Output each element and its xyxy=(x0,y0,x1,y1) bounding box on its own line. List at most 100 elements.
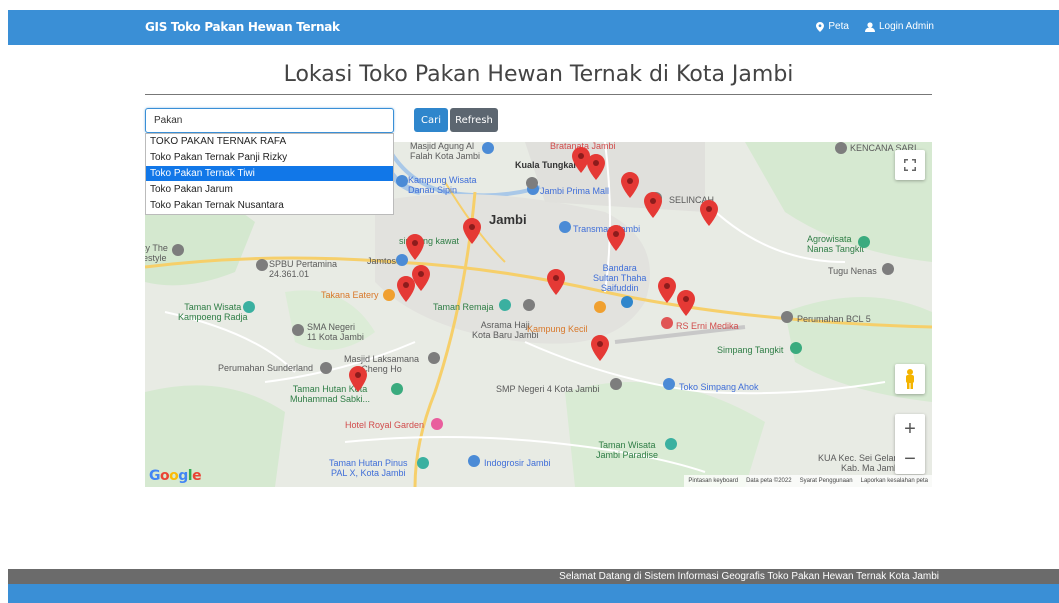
store-marker-icon[interactable] xyxy=(607,225,625,251)
map-label-indogrosir: Indogrosir Jambi xyxy=(484,458,551,468)
restaurant-poi-icon[interactable] xyxy=(594,301,606,313)
store-marker-icon[interactable] xyxy=(700,200,718,226)
map-label-kampung-kecil: Kampung Kecil xyxy=(527,324,588,334)
pegman-icon xyxy=(906,369,914,389)
map-label-the-lestyle: ty The estyle xyxy=(145,243,168,263)
page: GIS Toko Pakan Hewan Ternak Peta Login A… xyxy=(0,0,1059,603)
shopping-poi-icon[interactable] xyxy=(559,221,571,233)
autocomplete-item[interactable]: Toko Pakan Ternak Panji Rizky xyxy=(146,150,393,166)
map-label-takana-eatery: Takana Eatery xyxy=(321,290,379,300)
store-marker-icon[interactable] xyxy=(397,276,415,302)
map-label-bandara: Bandara Sultan Thaha Saifuddin xyxy=(593,263,647,293)
store-marker-icon[interactable] xyxy=(677,290,695,316)
mosque-poi-icon[interactable] xyxy=(428,352,440,364)
place-poi-icon[interactable] xyxy=(781,311,793,323)
autocomplete-item[interactable]: Toko Pakan Jarum xyxy=(146,182,393,198)
map-label-tugu-nenas: Tugu Nenas xyxy=(828,266,877,276)
place-poi-icon[interactable] xyxy=(835,142,847,154)
park-poi-icon[interactable] xyxy=(417,457,429,469)
keyboard-shortcuts-link[interactable]: Pintasan keyboard xyxy=(688,478,738,484)
map-label-simpang-tangkit: Simpang Tangkit xyxy=(717,345,784,355)
park-poi-icon[interactable] xyxy=(396,175,408,187)
store-marker-icon[interactable] xyxy=(644,192,662,218)
map-label-taman-wisata-jambi: Taman Wisata Jambi Paradise xyxy=(596,440,659,460)
map-data-text: Data peta ©2022 xyxy=(746,478,792,484)
map-label-taman-wisata-kampoeng: Taman Wisata Kampoeng Radja xyxy=(178,302,248,322)
map-label-sma-negeri: SMA Negeri 11 Kota Jambi xyxy=(307,322,364,342)
nav-link-login-admin[interactable]: Login Admin xyxy=(864,21,934,32)
restaurant-poi-icon[interactable] xyxy=(383,289,395,301)
autocomplete-list: TOKO PAKAN TERNAK RAFA Toko Pakan Ternak… xyxy=(145,133,394,215)
airport-poi-icon[interactable] xyxy=(621,296,633,308)
cari-button[interactable]: Cari xyxy=(414,108,448,132)
google-logo: Google xyxy=(149,468,202,484)
autocomplete-item-active[interactable]: Toko Pakan Ternak Tiwi xyxy=(146,166,393,182)
park-poi-icon[interactable] xyxy=(665,438,677,450)
hospital-poi-icon[interactable] xyxy=(661,317,673,329)
nav-link-peta-label: Peta xyxy=(828,21,849,32)
park-poi-icon[interactable] xyxy=(499,299,511,311)
map-label-taman-hutan-pinus: Taman Hutan Pinus PAL X, Kota Jambi xyxy=(329,458,408,478)
map-label-jambi: Jambi xyxy=(489,212,527,227)
map-label-jambi-prima-mall: Jambi Prima Mall xyxy=(540,186,610,196)
title-divider xyxy=(145,94,932,95)
footer-bar: Selamat Datang di Sistem Informasi Geogr… xyxy=(8,569,1059,584)
map-label-kampung-wisata: Kampung Wisata Danau Sipin xyxy=(408,175,477,195)
shopping-poi-icon[interactable] xyxy=(468,455,480,467)
hotel-poi-icon[interactable] xyxy=(431,418,443,430)
shopping-poi-icon[interactable] xyxy=(663,378,675,390)
place-poi-icon[interactable] xyxy=(523,299,535,311)
search-input[interactable] xyxy=(145,108,394,133)
autocomplete-item[interactable]: TOKO PAKAN TERNAK RAFA xyxy=(146,134,393,150)
zoom-in-button[interactable]: + xyxy=(895,414,925,444)
autocomplete-item[interactable]: Toko Pakan Ternak Nusantara xyxy=(146,198,393,214)
store-marker-icon[interactable] xyxy=(591,335,609,361)
nav-link-peta[interactable]: Peta xyxy=(816,21,849,32)
park-poi-icon[interactable] xyxy=(858,236,870,248)
map-label-kua: KUA Kec. Sei Gelam Kab. Ma Jambi xyxy=(818,453,902,473)
nav-right: Peta Login Admin xyxy=(816,21,934,32)
place-poi-icon[interactable] xyxy=(172,244,184,256)
store-marker-icon[interactable] xyxy=(658,277,676,303)
store-marker-icon[interactable] xyxy=(463,218,481,244)
store-marker-icon[interactable] xyxy=(587,154,605,180)
fullscreen-button[interactable] xyxy=(895,150,925,180)
store-marker-icon[interactable] xyxy=(349,366,367,392)
map-label-perumahan-bcl: Perumahan BCL 5 xyxy=(797,314,871,324)
map-label-hotel-royal: Hotel Royal Garden xyxy=(345,420,425,430)
refresh-button[interactable]: Refresh xyxy=(450,108,498,132)
map-label-toko-simpang-ahok: Toko Simpang Ahok xyxy=(679,382,759,392)
navbar: GIS Toko Pakan Hewan Ternak Peta Login A… xyxy=(8,10,1059,45)
report-error-link[interactable]: Laporkan kesalahan peta xyxy=(861,478,928,484)
footer-accent xyxy=(8,584,1059,603)
terms-link[interactable]: Syarat Penggunaan xyxy=(800,478,853,484)
park-poi-icon[interactable] xyxy=(391,383,403,395)
footer-text: Selamat Datang di Sistem Informasi Geogr… xyxy=(559,571,939,582)
page-title: Lokasi Toko Pakan Hewan Ternak di Kota J… xyxy=(283,62,794,87)
fuel-poi-icon[interactable] xyxy=(256,259,268,271)
map-label-smp-negeri: SMP Negeri 4 Kota Jambi xyxy=(496,384,600,394)
place-poi-icon[interactable] xyxy=(882,263,894,275)
zoom-out-button[interactable]: − xyxy=(895,444,925,474)
street-view-button[interactable] xyxy=(895,364,925,394)
brand-link[interactable]: GIS Toko Pakan Hewan Ternak xyxy=(145,20,340,34)
map-attribution: Pintasan keyboard Data peta ©2022 Syarat… xyxy=(684,475,932,487)
park-poi-icon[interactable] xyxy=(243,301,255,313)
map-label-spbu: SPBU Pertamina 24.361.01 xyxy=(269,259,338,279)
park-poi-icon[interactable] xyxy=(790,342,802,354)
map-label-rs-erni: RS Erni Medika xyxy=(676,321,739,331)
place-poi-icon[interactable] xyxy=(526,177,538,189)
store-marker-icon[interactable] xyxy=(621,172,639,198)
store-marker-icon[interactable] xyxy=(406,234,424,260)
user-icon xyxy=(864,21,875,32)
mosque-poi-icon[interactable] xyxy=(482,142,494,154)
map-label-taman-remaja: Taman Remaja xyxy=(433,302,494,312)
map-label-jamtos: Jamtos xyxy=(367,256,397,266)
map-label-kuala-tungkal: Kuala Tungkal xyxy=(515,160,576,170)
school-poi-icon[interactable] xyxy=(610,378,622,390)
place-poi-icon[interactable] xyxy=(320,362,332,374)
map-marker-icon xyxy=(816,21,825,32)
fullscreen-icon xyxy=(904,159,916,171)
store-marker-icon[interactable] xyxy=(547,269,565,295)
school-poi-icon[interactable] xyxy=(292,324,304,336)
